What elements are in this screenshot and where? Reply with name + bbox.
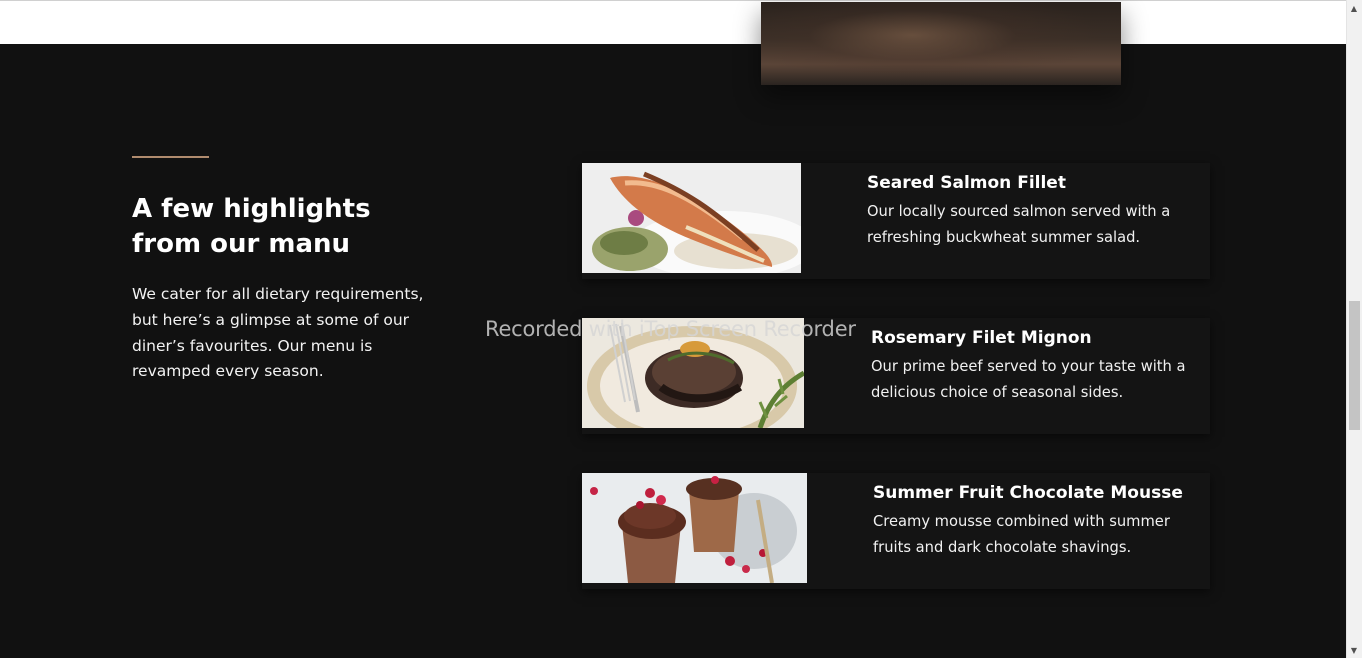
section-description: We cater for all dietary requirements, b… (132, 285, 424, 381)
dish-title: Summer Fruit Chocolate Mousse (873, 483, 1183, 503)
dish-description: Creamy mousse combined with summer fruit… (873, 513, 1170, 556)
seared-salmon-image (582, 163, 801, 273)
scroll-down-icon[interactable]: ▼ (1349, 646, 1359, 656)
restaurant-hero-photo (761, 2, 1121, 85)
section-accent-line (132, 156, 209, 158)
scroll-up-icon[interactable]: ▲ (1349, 4, 1359, 14)
dish-description: Our locally sourced salmon served with a… (867, 203, 1171, 246)
menu-card-summer-fruit-chocolate-mousse: Summer Fruit Chocolate Mousse Creamy mou… (582, 473, 1210, 589)
page: A few highlights from our manu We cater … (0, 0, 1362, 658)
dish-description: Our prime beef served to your taste with… (871, 358, 1186, 401)
previous-section (0, 0, 1346, 44)
rosemary-filet-mignon-image (582, 318, 804, 428)
section-title: A few highlights from our manu (132, 194, 371, 259)
rosemary-filet-mignon-info: Rosemary Filet Mignon Our prime beef ser… (871, 326, 1191, 405)
dish-title: Rosemary Filet Mignon (871, 328, 1092, 348)
dish-title: Seared Salmon Fillet (867, 173, 1066, 193)
menu-card-rosemary-filet-mignon: Rosemary Filet Mignon Our prime beef ser… (582, 318, 1210, 434)
seared-salmon-info: Seared Salmon Fillet Our locally sourced… (867, 171, 1187, 250)
menu-card-seared-salmon: Seared Salmon Fillet Our locally sourced… (582, 163, 1210, 279)
summer-fruit-chocolate-mousse-info: Summer Fruit Chocolate Mousse Creamy mou… (873, 481, 1193, 560)
summer-fruit-chocolate-mousse-image (582, 473, 807, 583)
scrollbar-thumb[interactable] (1349, 301, 1360, 430)
